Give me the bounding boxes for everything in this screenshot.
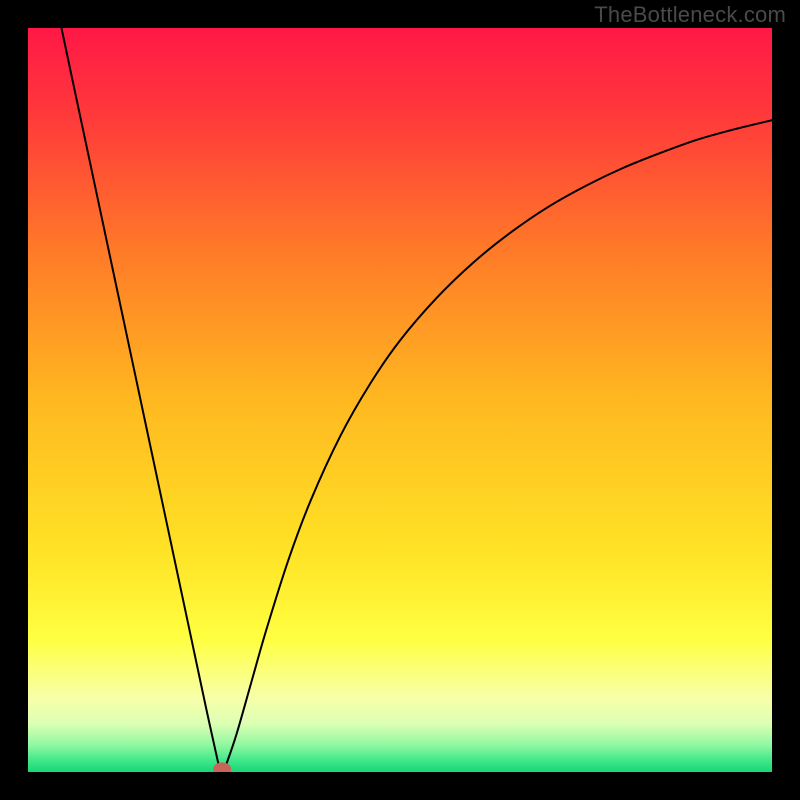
chart-frame: TheBottleneck.com [0, 0, 800, 800]
watermark-text: TheBottleneck.com [594, 2, 786, 28]
plot-area [28, 28, 772, 772]
chart-svg [28, 28, 772, 772]
